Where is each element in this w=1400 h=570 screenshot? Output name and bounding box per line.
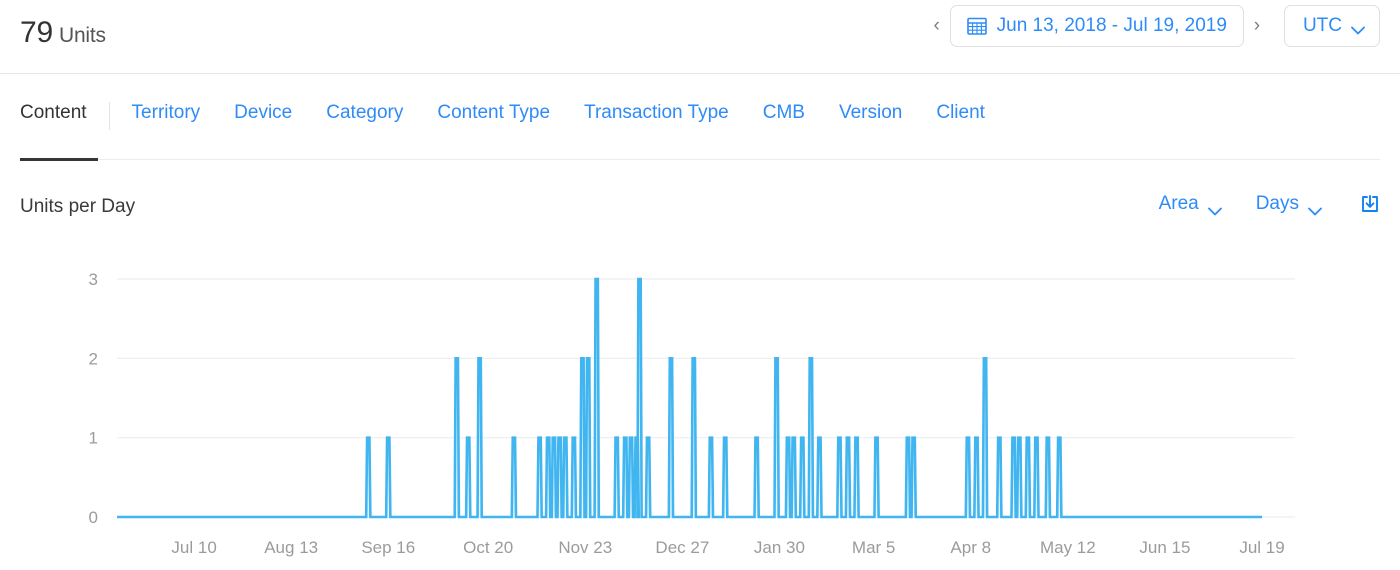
tab-active-indicator	[20, 158, 98, 161]
x-axis-tick-label: Jul 19	[1239, 538, 1284, 557]
download-icon	[1358, 192, 1382, 216]
metric-value: 79	[20, 16, 53, 49]
units-per-day-chart[interactable]: 0 1 2 3 Jul 10 Aug 13 Sep 16 Oct 20 Nov 23 Dec 2…	[0, 250, 1400, 570]
export-button[interactable]	[1358, 192, 1382, 216]
x-axis-tick-label: May 12	[1040, 538, 1096, 557]
chart-type-label: Area	[1158, 193, 1199, 214]
tab-territory[interactable]: Territory	[132, 96, 201, 124]
next-period-button[interactable]: ›	[1244, 6, 1270, 46]
tab-client[interactable]: Client	[936, 96, 985, 124]
chevron-down-icon	[1308, 200, 1322, 215]
chart-canvas: 0 1 2 3 Jul 10 Aug 13 Sep 16 Oct 20 Nov 23 Dec 2…	[7, 270, 1295, 557]
x-axis-tick-label: Jun 15	[1139, 538, 1190, 557]
analytics-page: 79 Units ‹ Jun 13, 2018 - Jul 19, 2019 ›…	[0, 0, 1400, 570]
y-axis-tick-label: 1	[89, 429, 98, 448]
tab-content-type[interactable]: Content Type	[437, 96, 550, 124]
granularity-selector[interactable]: Days	[1256, 193, 1322, 215]
x-axis-tick-label: Jan 30	[754, 538, 805, 557]
date-range-picker[interactable]: Jun 13, 2018 - Jul 19, 2019	[949, 5, 1244, 47]
tab-cmb[interactable]: CMB	[763, 96, 805, 124]
chevron-down-icon	[1207, 200, 1222, 215]
y-axis-tick-label: 3	[89, 270, 98, 289]
chart-x-axis: Jul 10 Aug 13 Sep 16 Oct 20 Nov 23 Dec 27 Jan …	[171, 538, 1284, 557]
timezone-selector[interactable]: UTC	[1283, 5, 1380, 47]
chevron-down-icon	[1351, 22, 1365, 34]
x-axis-tick-label: Oct 20	[463, 538, 513, 557]
x-axis-tick-label: Apr 8	[950, 538, 991, 557]
tab-category[interactable]: Category	[326, 96, 403, 124]
x-axis-tick-label: Aug 13	[264, 538, 318, 557]
tabs-bottom-border	[20, 159, 1380, 160]
tab-separator	[108, 102, 110, 130]
tab-transaction-type[interactable]: Transaction Type	[584, 96, 729, 124]
chart-title: Units per Day	[20, 196, 136, 217]
date-range-label: Jun 13, 2018 - Jul 19, 2019	[996, 15, 1227, 36]
page-header: 79 Units ‹ Jun 13, 2018 - Jul 19, 2019 ›…	[0, 0, 1400, 74]
x-axis-tick-label: Dec 27	[655, 538, 709, 557]
chart-type-selector[interactable]: Area	[1159, 193, 1222, 215]
y-axis-tick-label: 2	[89, 349, 98, 368]
x-axis-tick-label: Sep 16	[361, 538, 415, 557]
chart-y-axis: 0 1 2 3	[89, 270, 98, 527]
y-axis-tick-label: 0	[89, 508, 98, 527]
x-axis-tick-label: Mar 5	[852, 538, 895, 557]
x-axis-tick-label: Nov 23	[558, 538, 612, 557]
tab-version[interactable]: Version	[839, 96, 902, 124]
date-range-controls: ‹ Jun 13, 2018 - Jul 19, 2019 › UTC	[924, 4, 1380, 48]
calendar-icon	[966, 16, 987, 36]
page-title: 79 Units	[20, 16, 106, 50]
series-line	[117, 277, 1262, 519]
tab-device[interactable]: Device	[234, 96, 292, 124]
chart-gridlines	[117, 278, 1295, 518]
metric-unit: Units	[58, 24, 106, 47]
dimension-tabs: Content Territory Device Category Conten…	[0, 96, 1400, 161]
chart-toolbar: Area Days	[1125, 192, 1382, 216]
granularity-label: Days	[1255, 193, 1299, 214]
tab-content[interactable]: Content	[20, 96, 87, 124]
timezone-label: UTC	[1302, 15, 1342, 36]
x-axis-tick-label: Jul 10	[171, 538, 216, 557]
prev-period-button[interactable]: ‹	[924, 6, 950, 46]
